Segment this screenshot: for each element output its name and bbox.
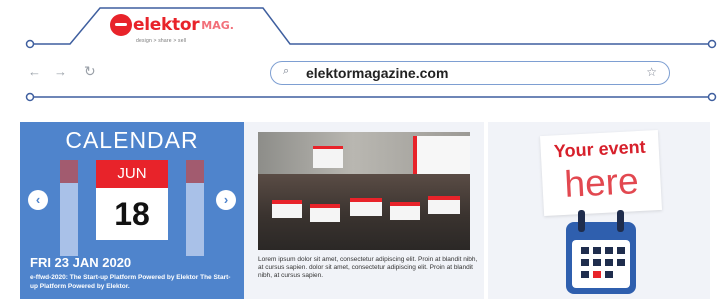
logo-mag-suffix: MAG. bbox=[201, 19, 234, 32]
search-icon: ⌕ bbox=[283, 65, 290, 77]
back-arrow-icon[interactable]: ← bbox=[28, 64, 41, 80]
promo-event-card[interactable]: Your event here bbox=[488, 122, 710, 299]
forward-arrow-icon[interactable]: → bbox=[54, 64, 67, 80]
calendar-next-page bbox=[186, 160, 204, 256]
calendar-prev-page bbox=[60, 160, 78, 256]
browser-chrome-outline bbox=[25, 7, 717, 102]
calendar-title: CALENDAR bbox=[65, 127, 199, 153]
promo-line-2: here bbox=[563, 160, 640, 205]
page-content: CALENDAR JUN 18 ‹ › FRI 23 JAN 2020 e-ff… bbox=[20, 122, 710, 299]
logo-tagline: design > share > sell bbox=[136, 38, 187, 44]
calendar-month: JUN bbox=[96, 160, 168, 188]
calendar-next-button[interactable]: › bbox=[216, 190, 236, 210]
calendar-icon bbox=[566, 210, 636, 294]
calendar-day: 18 bbox=[114, 196, 150, 232]
news-card[interactable]: Lorem ipsum dolor sit amet, consectetur … bbox=[244, 122, 484, 299]
event-description-link[interactable]: e-ffwd-2020: The Start-up Platform Power… bbox=[30, 273, 235, 291]
calendar-date-card: JUN 18 bbox=[96, 160, 168, 240]
elektor-e-logo-icon bbox=[110, 14, 132, 36]
address-bar[interactable]: ⌕ elektormagazine.com ☆ bbox=[270, 61, 670, 85]
your-event-sign: Your event here bbox=[539, 129, 663, 217]
elektor-mag-logo[interactable]: elektor MAG. bbox=[110, 14, 234, 38]
news-photo[interactable] bbox=[258, 132, 470, 250]
calendar-widget: CALENDAR JUN 18 ‹ › FRI 23 JAN 2020 e-ff… bbox=[20, 122, 244, 299]
bookmark-star-icon[interactable]: ☆ bbox=[646, 65, 657, 79]
news-text: Lorem ipsum dolor sit amet, consectetur … bbox=[258, 256, 478, 279]
event-date: FRI 23 JAN 2020 bbox=[30, 255, 132, 270]
logo-wordmark: elektor bbox=[133, 15, 200, 35]
reload-icon[interactable]: ↻ bbox=[84, 63, 96, 79]
calendar-prev-button[interactable]: ‹ bbox=[28, 190, 48, 210]
address-bar-url[interactable]: elektormagazine.com bbox=[306, 65, 448, 81]
